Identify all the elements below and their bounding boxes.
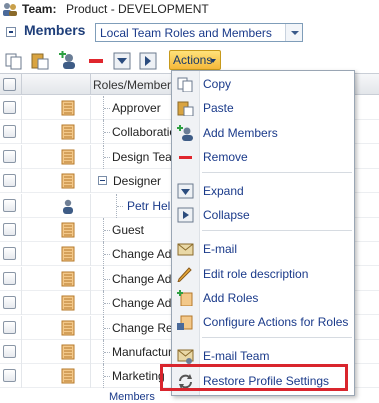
role-icon: [61, 320, 75, 336]
role-icon: [61, 100, 75, 116]
row-checkbox[interactable]: [3, 125, 16, 139]
person-icon: [63, 199, 73, 214]
row-checkbox[interactable]: [3, 101, 16, 114]
copy-toolbar-icon[interactable]: [4, 51, 24, 71]
menu-separator: [202, 337, 352, 338]
highlight-box: [160, 364, 348, 391]
pencil-icon: [177, 267, 192, 282]
row-checkbox[interactable]: [3, 198, 16, 212]
collapse-icon: [177, 207, 194, 223]
role-icon: [61, 344, 75, 360]
collapse-section-icon[interactable]: [6, 27, 16, 37]
caret-down-icon: [210, 59, 216, 63]
members-heading: Members: [24, 22, 86, 38]
menu-item-add-members[interactable]: Add Members: [172, 121, 354, 145]
collapse-toolbar-icon[interactable]: [138, 51, 158, 71]
menu-item-label: Add Roles: [203, 291, 259, 305]
add-roles-icon: [177, 290, 193, 306]
remove-icon: [179, 156, 192, 159]
menu-item-copy[interactable]: Copy: [172, 72, 354, 96]
collapse-row-icon[interactable]: [98, 176, 107, 186]
role-icon: [61, 295, 75, 311]
email-team-icon: [177, 349, 194, 364]
select-all-checkbox[interactable]: [3, 78, 16, 91]
configure-actions-icon: [177, 315, 193, 330]
menu-item-label: Collapse: [203, 208, 250, 222]
menu-separator: [202, 230, 352, 231]
team-name: Product - DEVELOPMENT: [66, 2, 209, 16]
remove-toolbar-icon[interactable]: [86, 51, 106, 71]
title-bar: Team: Product - DEVELOPMENT: [0, 0, 379, 18]
row-checkbox[interactable]: [3, 247, 16, 261]
paste-icon: [177, 101, 194, 116]
email-icon: [177, 243, 194, 256]
menu-item-label: E-mail: [203, 242, 238, 256]
row-checkbox[interactable]: [3, 223, 16, 236]
add-members-toolbar-icon[interactable]: [58, 51, 78, 71]
role-name: Approver: [112, 101, 161, 115]
row-checkbox[interactable]: [3, 320, 16, 334]
view-select[interactable]: Local Team Roles and Members: [95, 23, 303, 42]
title-label: Team:: [22, 2, 57, 16]
role-icon: [61, 124, 75, 140]
actions-button[interactable]: Actions: [169, 50, 221, 70]
role-name: Change Re: [112, 320, 173, 335]
row-checkbox[interactable]: [3, 296, 16, 310]
menu-item-configure-actions-for-roles[interactable]: Configure Actions for Roles: [172, 310, 354, 334]
menu-item-remove[interactable]: Remove: [172, 145, 354, 169]
members-header: Members Local Team Roles and Members: [0, 20, 379, 44]
role-icon: [61, 222, 75, 238]
role-icon: [61, 149, 75, 165]
add-members-icon: [177, 125, 193, 141]
partial-row-label: Members: [109, 391, 155, 403]
team-icon: [3, 3, 17, 16]
menu-item-label: Remove: [203, 150, 248, 164]
menu-item-label: Edit role description: [203, 267, 309, 281]
view-select-value: Local Team Roles and Members: [100, 26, 272, 40]
menu-item-label: Copy: [203, 77, 232, 91]
menu-item-add-roles[interactable]: Add Roles: [172, 286, 354, 310]
menu-item-edit-role-description[interactable]: Edit role description: [172, 262, 354, 286]
menu-item-expand[interactable]: Expand: [172, 179, 354, 203]
role-name: Manufactur: [112, 345, 173, 359]
menu-item-e-mail[interactable]: E-mail: [172, 237, 354, 261]
copy-icon: [177, 77, 193, 92]
menu-item-label: Expand: [203, 184, 244, 198]
menu-item-label: E-mail Team: [203, 349, 270, 363]
menu-item-paste[interactable]: Paste: [172, 96, 354, 120]
paste-toolbar-icon[interactable]: [30, 51, 50, 71]
menu-item-label: Paste: [203, 101, 234, 115]
role-name: Marketing: [112, 369, 165, 384]
menu-separator: [202, 172, 352, 173]
menu-item-collapse[interactable]: Collapse: [172, 203, 354, 227]
chevron-down-icon[interactable]: [285, 24, 302, 41]
expand-toolbar-icon[interactable]: [112, 51, 132, 71]
actions-menu: Copy Paste Add Members Remove Expand Collapse…: [171, 70, 355, 396]
menu-item-label: Add Members: [203, 126, 278, 140]
role-icon: [61, 368, 75, 384]
menu-item-label: Configure Actions for Roles: [203, 315, 349, 329]
row-checkbox[interactable]: [3, 345, 16, 358]
row-checkbox[interactable]: [3, 369, 16, 383]
role-icon: [61, 246, 75, 262]
actions-label: Actions: [173, 53, 213, 67]
role-icon: [61, 271, 75, 287]
role-icon: [61, 173, 75, 189]
member-name[interactable]: Petr Hel: [127, 199, 170, 213]
role-name: Guest: [112, 223, 145, 237]
role-name: Designer: [113, 174, 162, 189]
row-checkbox[interactable]: [3, 271, 16, 285]
expand-icon: [177, 183, 194, 199]
row-checkbox[interactable]: [3, 174, 16, 188]
row-checkbox[interactable]: [3, 149, 16, 163]
column-header-roles-members: Roles/Members: [93, 78, 178, 92]
